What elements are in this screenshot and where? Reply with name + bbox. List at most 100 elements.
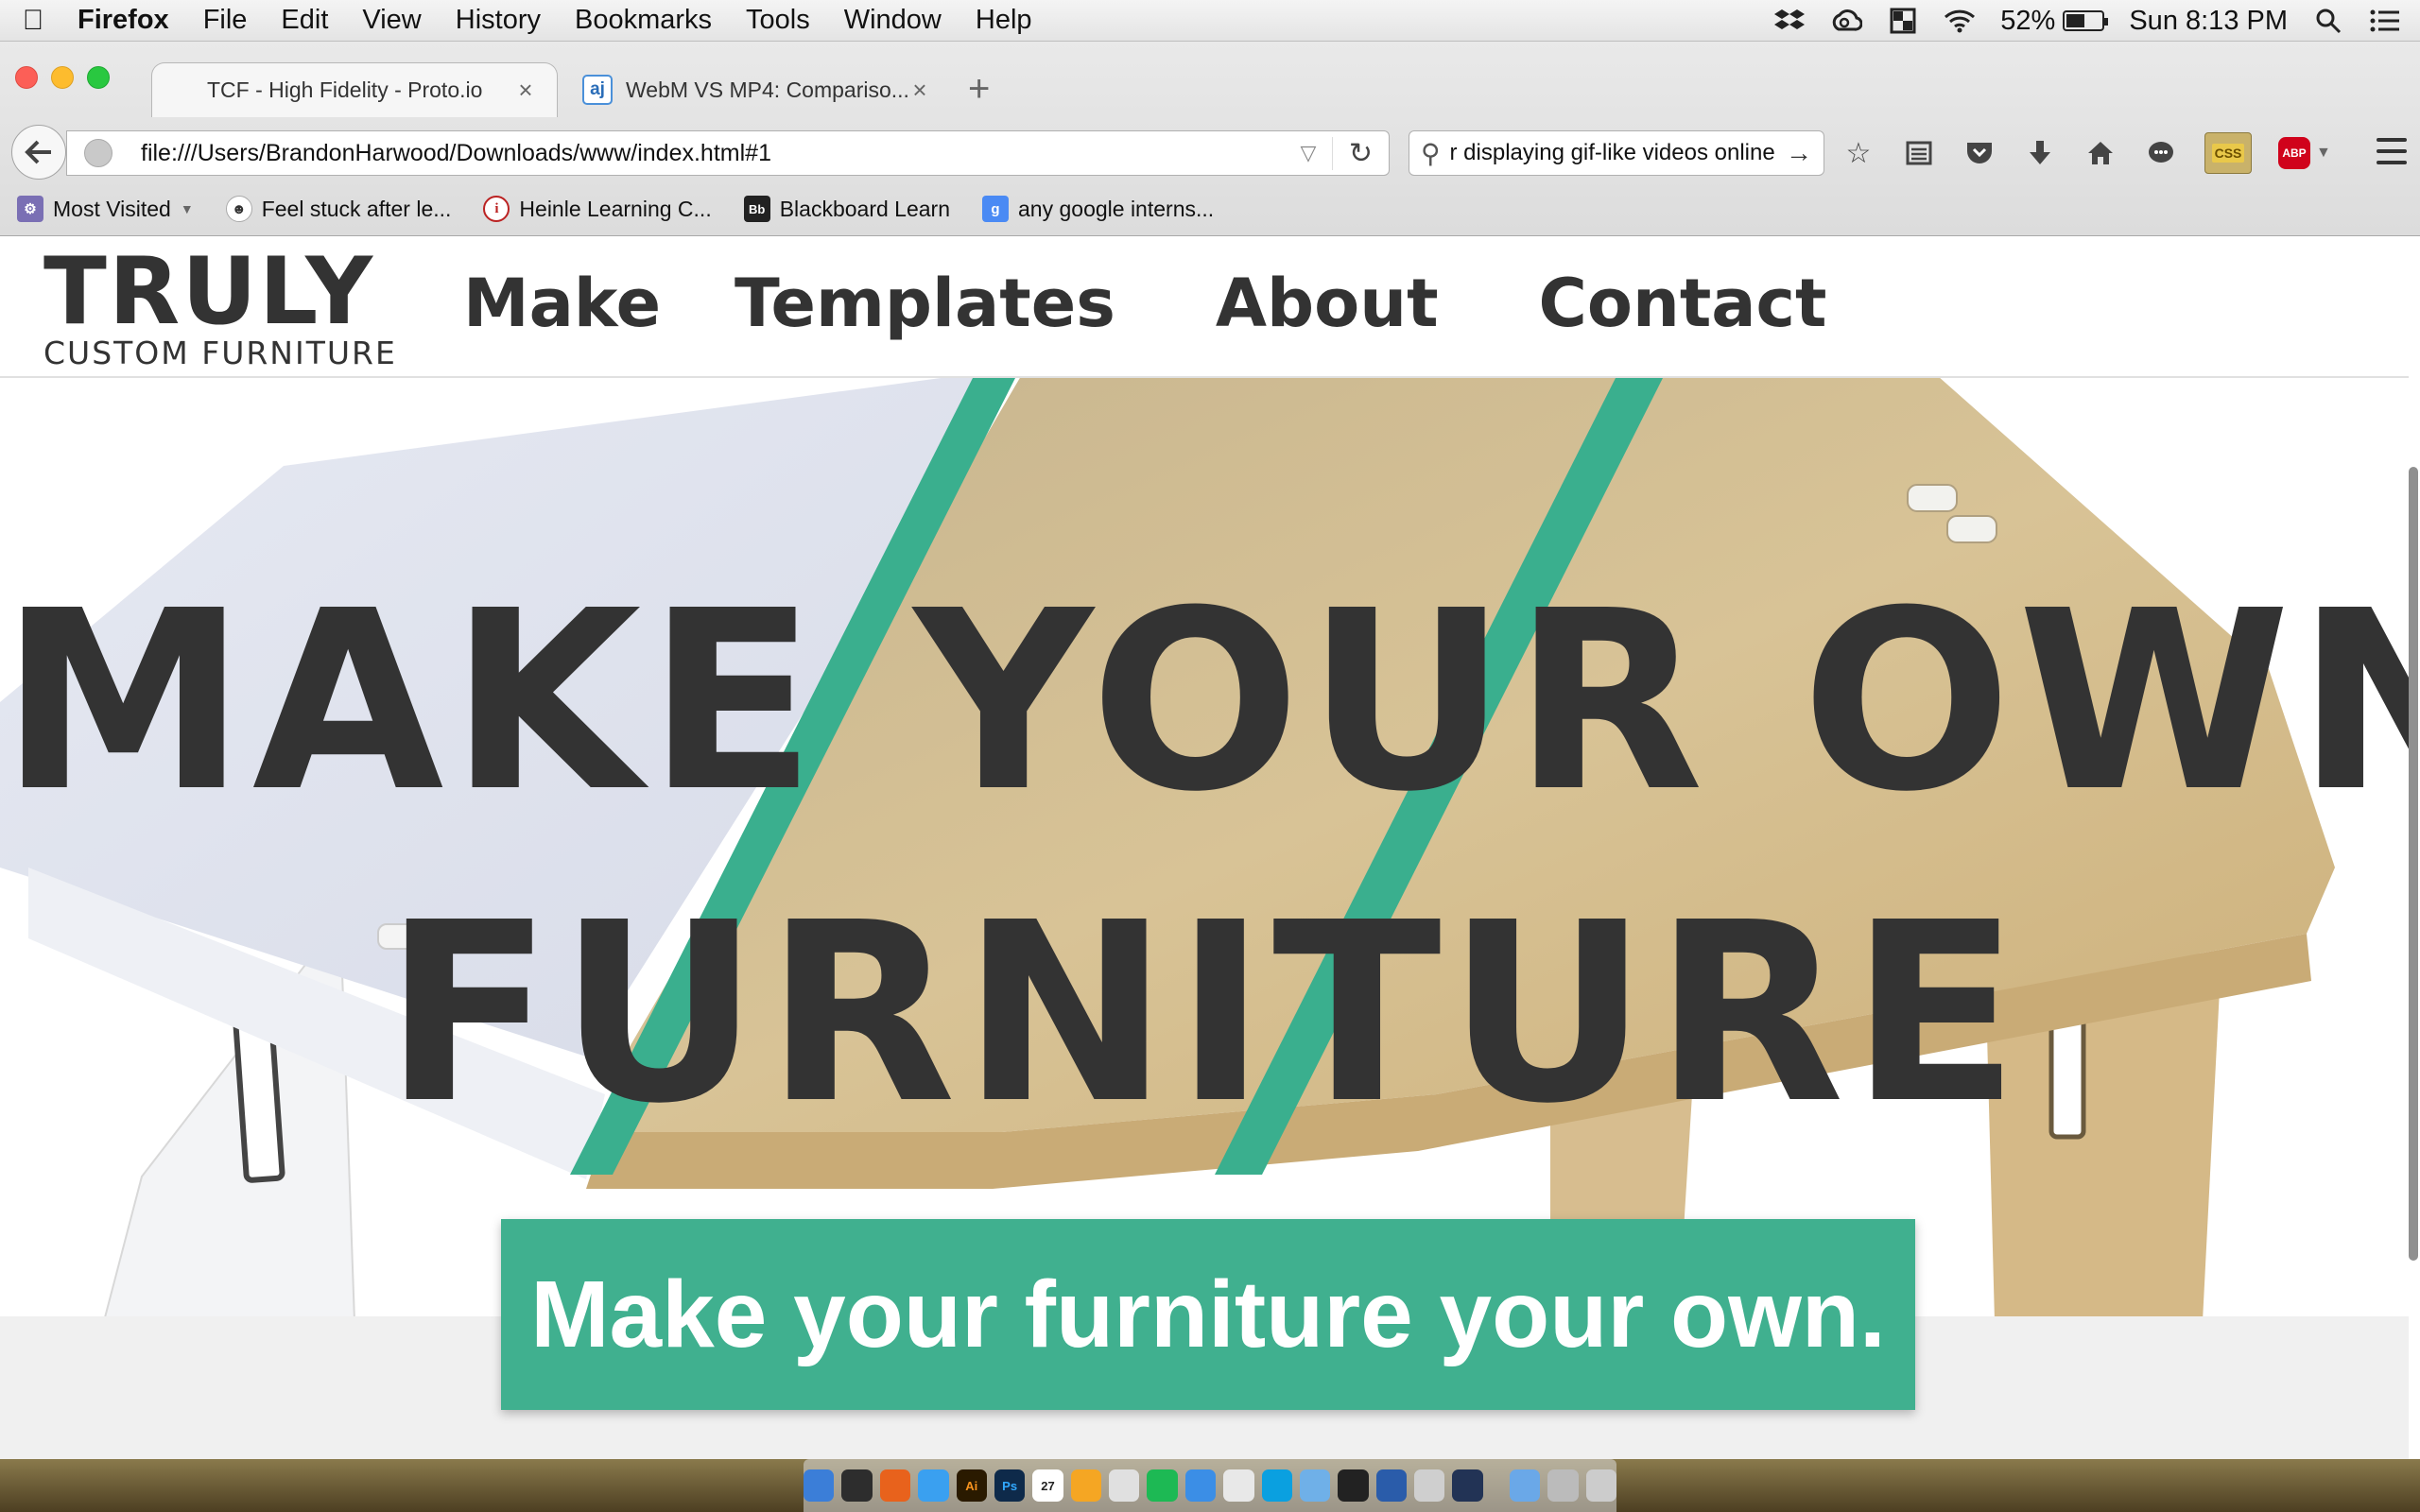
dock-preview-icon[interactable] (1414, 1469, 1445, 1502)
css-badge-label: CSS (2211, 144, 2245, 163)
hero-table-image (0, 376, 2335, 1316)
dock-chrome-icon[interactable] (1223, 1469, 1254, 1502)
dock-mail-icon[interactable] (1299, 1469, 1331, 1502)
tab-label: WebM VS MP4: Compariso... (626, 77, 908, 102)
bookmark-star-icon[interactable]: ☆ (1841, 136, 1876, 170)
css-viewer-icon[interactable]: CSS (2204, 132, 2252, 174)
menu-window[interactable]: Window (827, 5, 959, 36)
dock-illustrator-icon[interactable]: Ai (956, 1469, 987, 1502)
dock-calendar-icon[interactable]: 27 (1032, 1469, 1063, 1502)
tab-label: TCF - High Fidelity - Proto.io (207, 77, 483, 102)
window-controls (15, 66, 110, 89)
site-nav: Make Templates About Contact (463, 265, 1826, 342)
dock-dashboard-icon[interactable] (841, 1469, 873, 1502)
dock-sketch-icon[interactable] (1070, 1469, 1102, 1502)
toolbar-icons: ☆ CSS ABP ▼ (1841, 132, 2331, 174)
battery-icon (2063, 10, 2109, 31)
close-tab-icon[interactable]: × (908, 76, 932, 105)
tab-webm-vs-mp4[interactable]: aj WebM VS MP4: Compariso... × (563, 62, 951, 117)
search-input[interactable]: r displaying gif-like videos online (1450, 140, 1786, 166)
bookmarks-list-icon[interactable] (1902, 136, 1936, 170)
menu-view[interactable]: View (345, 5, 438, 36)
dock-messages-icon[interactable] (918, 1469, 949, 1502)
chat-icon[interactable] (2144, 136, 2178, 170)
window-manager-icon[interactable] (1887, 7, 1919, 35)
hero-title-line-1: MAKE YOUR OWN (0, 558, 2409, 846)
search-bar[interactable]: ⚲ r displaying gif-like videos online → (1409, 130, 1824, 176)
dock: Ai Ps 27 (804, 1459, 1616, 1512)
apple-menu-icon[interactable]:  (0, 5, 66, 37)
dock-firefox-icon[interactable] (879, 1469, 911, 1502)
back-button[interactable] (11, 125, 66, 180)
new-tab-icon[interactable]: + (968, 68, 990, 111)
menu-file[interactable]: File (186, 5, 265, 36)
hero-section: MAKE YOUR OWN FURNITURE (0, 376, 2409, 1316)
url-bar[interactable]: file:///Users/BrandonHarwood/Downloads/w… (66, 130, 1390, 176)
dock-quicktime-icon[interactable] (1452, 1469, 1483, 1502)
cta-button[interactable]: Make your furniture your own. (501, 1219, 1915, 1410)
adblock-button[interactable]: ABP ▼ (2278, 137, 2331, 169)
download-icon[interactable] (2023, 136, 2057, 170)
menu-app-name[interactable]: Firefox (66, 5, 186, 36)
dock-app-store-icon[interactable] (1184, 1469, 1217, 1502)
bookmark-blackboard-learn[interactable]: Bb Blackboard Learn (743, 196, 951, 222)
hamburger-menu-icon[interactable] (2377, 138, 2407, 164)
url-input[interactable]: file:///Users/BrandonHarwood/Downloads/w… (141, 140, 1285, 167)
search-go-icon[interactable]: → (1786, 138, 1812, 168)
nav-about[interactable]: About (1216, 265, 1439, 342)
info-icon: i (483, 196, 510, 222)
dock-word-icon[interactable] (1375, 1469, 1408, 1502)
dock-trash-icon[interactable] (1585, 1469, 1616, 1502)
bookmark-google-interns[interactable]: g any google interns... (982, 196, 1214, 222)
bookmark-heinle-learning[interactable]: i Heinle Learning C... (483, 196, 712, 222)
dock-chrome-red-icon[interactable] (1109, 1469, 1140, 1502)
search-icon: ⚲ (1421, 138, 1441, 168)
wifi-icon[interactable] (1944, 7, 1976, 35)
bookmark-feel-stuck[interactable]: ☻ Feel stuck after le... (225, 196, 451, 222)
reload-icon[interactable]: ↻ (1332, 136, 1389, 170)
hero-title-line-2: FURNITURE (383, 869, 2026, 1158)
close-tab-icon[interactable]: × (513, 76, 538, 105)
menu-help[interactable]: Help (959, 5, 1049, 36)
creative-cloud-icon[interactable] (1830, 7, 1863, 35)
dock-downloads-icon[interactable] (1547, 1469, 1579, 1502)
blackboard-icon: Bb (743, 196, 770, 222)
site-logo[interactable]: TRULY CUSTOM FURNITURE (43, 246, 397, 371)
tab-tcf-high-fidelity[interactable]: TCF - High Fidelity - Proto.io × (151, 62, 558, 117)
globe-icon (84, 139, 112, 167)
page-scrollbar[interactable] (2409, 467, 2418, 1261)
navigation-toolbar: file:///Users/BrandonHarwood/Downloads/w… (0, 121, 2420, 181)
menu-bookmarks[interactable]: Bookmarks (558, 5, 729, 36)
dock-finder-icon[interactable] (804, 1469, 835, 1502)
url-history-dropdown-icon[interactable]: ▽ (1285, 141, 1332, 165)
back-arrow-icon (25, 140, 51, 164)
battery-status[interactable]: 52% (2000, 6, 2109, 37)
spotlight-search-icon[interactable] (2312, 7, 2344, 35)
minimize-window-button[interactable] (51, 66, 74, 89)
notification-center-icon[interactable] (2369, 7, 2401, 35)
dock-folder-icon[interactable] (1509, 1469, 1541, 1502)
home-icon[interactable] (2083, 136, 2118, 170)
google-icon: g (982, 196, 1010, 222)
nav-templates[interactable]: Templates (735, 265, 1115, 342)
menu-edit[interactable]: Edit (264, 5, 345, 36)
cta-label: Make your furniture your own. (530, 1261, 1886, 1367)
battery-fill (2066, 14, 2085, 27)
dock-steam-icon[interactable] (1338, 1469, 1369, 1502)
dock-skype-icon[interactable] (1261, 1469, 1292, 1502)
nav-make[interactable]: Make (463, 265, 661, 342)
bookmark-label: Blackboard Learn (779, 196, 951, 221)
adblock-dropdown-icon[interactable]: ▼ (2316, 145, 2331, 162)
dock-spotify-icon[interactable] (1147, 1469, 1178, 1502)
dock-photoshop-icon[interactable]: Ps (994, 1469, 1026, 1502)
menu-history[interactable]: History (439, 5, 558, 36)
logo-sub-text: CUSTOM FURNITURE (43, 335, 397, 371)
clock[interactable]: Sun 8:13 PM (2129, 6, 2288, 37)
pocket-icon[interactable] (1962, 136, 1996, 170)
bookmark-most-visited[interactable]: ⚙ Most Visited ▼ (17, 196, 194, 222)
dropbox-icon[interactable] (1773, 7, 1806, 35)
zoom-window-button[interactable] (87, 66, 110, 89)
nav-contact[interactable]: Contact (1539, 265, 1827, 342)
menu-tools[interactable]: Tools (729, 5, 827, 36)
close-window-button[interactable] (15, 66, 38, 89)
